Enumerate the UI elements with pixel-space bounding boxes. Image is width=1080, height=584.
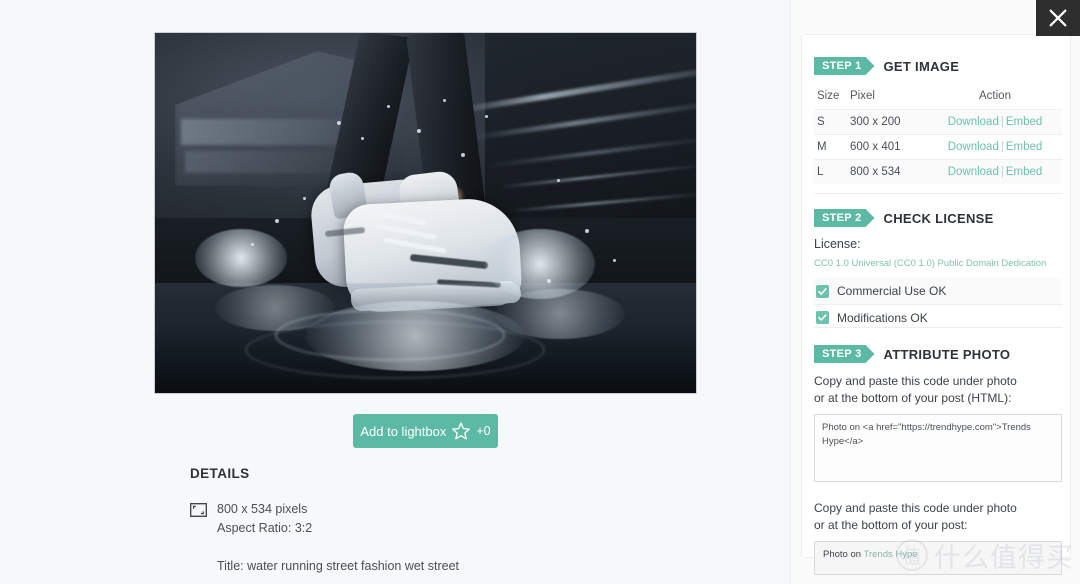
photo-droplet [547, 279, 551, 283]
plain-attribution-box[interactable]: Photo on Trends Hype [814, 541, 1062, 575]
photo-droplet [417, 129, 421, 133]
photo-droplet [337, 121, 341, 125]
checkmark-icon [816, 311, 829, 324]
details-section: DETAILS 800 x 534 pixels Aspect Ratio: 3… [190, 466, 690, 573]
html-attribution-instructions: Copy and paste this code under photo or … [814, 373, 1062, 407]
photo-splash-right [485, 229, 595, 299]
main-content-area: Add to lightbox +0 DETAILS 800 x 534 pix… [0, 0, 790, 584]
html-instructions-line-1: Copy and paste this code under photo [814, 374, 1017, 388]
attribution-prefix: Photo on [823, 549, 864, 560]
photo-detail-page: Add to lightbox +0 DETAILS 800 x 534 pix… [0, 0, 1080, 584]
image-sizes-table: Size Pixel Action S 300 x 200 Download | E… [814, 85, 1062, 184]
row-size: S [814, 109, 850, 135]
close-icon [1049, 9, 1067, 27]
text-attribution-instructions: Copy and paste this code under photo or … [814, 500, 1062, 534]
photo-droplet [361, 137, 364, 140]
row-pixel: 300 x 200 [850, 109, 928, 135]
column-header-action: Action [979, 90, 1011, 102]
step-1-badge: STEP 1 [814, 57, 875, 75]
action-separator: | [1000, 116, 1004, 128]
text-instructions-line-1: Copy and paste this code under photo [814, 501, 1017, 515]
row-actions: Download | Embed [928, 159, 1062, 184]
photo-droplet [387, 105, 390, 108]
download-link-s[interactable]: Download [948, 116, 999, 128]
add-to-lightbox-button[interactable]: Add to lightbox +0 [353, 414, 498, 448]
step-1-header: STEP 1 GET IMAGE [814, 57, 1062, 75]
details-pixels: 800 x 534 pixels [217, 502, 308, 516]
step-2-badge: STEP 2 [814, 209, 875, 227]
section-divider-1 [814, 193, 1062, 194]
step-2-header: STEP 2 CHECK LICENSE [814, 209, 1062, 227]
table-row: L 800 x 534 Download | Embed [814, 159, 1062, 184]
details-dimensions-row: 800 x 534 pixels Aspect Ratio: 3:2 [190, 500, 690, 538]
lightbox-count: +0 [476, 424, 491, 438]
step-2-title: CHECK LICENSE [883, 210, 994, 226]
step-3-title: ATTRIBUTE PHOTO [883, 346, 1011, 362]
close-button[interactable] [1036, 0, 1080, 36]
row-actions: Download | Embed [928, 134, 1062, 160]
photo-droplet [613, 259, 616, 262]
photo-preview[interactable] [155, 33, 696, 393]
sidebar-panel: STEP 1 GET IMAGE Size Pixel Action S 300… [790, 0, 1080, 584]
embed-link-l[interactable]: Embed [1006, 166, 1042, 178]
license-check-label: Modifications OK [837, 310, 928, 325]
attribution-link[interactable]: Trends Hype [864, 549, 918, 560]
table-row: M 600 x 401 Download | Embed [814, 134, 1062, 160]
step-3-badge: STEP 3 [814, 345, 875, 363]
section-divider-2 [814, 327, 1062, 328]
photo-splash-left [195, 229, 287, 287]
details-title: Title: water running street fashion wet … [217, 559, 460, 573]
step-3-section: STEP 3 ATTRIBUTE PHOTO Copy and paste th… [814, 345, 1062, 575]
row-pixel: 600 x 401 [850, 134, 928, 160]
step-3-header: STEP 3 ATTRIBUTE PHOTO [814, 345, 1062, 363]
steps-card: STEP 1 GET IMAGE Size Pixel Action S 300… [801, 34, 1071, 575]
step-1-section: STEP 1 GET IMAGE Size Pixel Action S 300… [814, 57, 1062, 184]
checkmark-icon [816, 284, 829, 298]
license-check-label: Commercial Use OK [837, 284, 947, 298]
photo-droplet [303, 197, 306, 200]
row-pixel: 800 x 534 [850, 159, 928, 184]
html-embed-code-textarea[interactable] [814, 414, 1062, 482]
embed-link-m[interactable]: Embed [1006, 141, 1042, 153]
photo-ripple-2 [245, 321, 545, 379]
star-icon [451, 421, 471, 441]
details-aspect-ratio: Aspect Ratio: 3:2 [217, 521, 313, 535]
row-size: L [814, 159, 850, 184]
lightbox-label: Add to lightbox [360, 423, 447, 439]
download-link-l[interactable]: Download [948, 166, 999, 178]
photo-droplet [443, 99, 446, 102]
photo-droplet [485, 115, 488, 118]
column-header-pixel: Pixel [850, 90, 875, 102]
table-header-row: Size Pixel Action [814, 85, 1062, 110]
download-link-m[interactable]: Download [948, 141, 999, 153]
action-separator: | [1000, 141, 1004, 153]
step-2-section: STEP 2 CHECK LICENSE License: CC0 1.0 Un… [814, 209, 1062, 330]
row-size: M [814, 134, 850, 160]
row-actions: Download | Embed [928, 109, 1062, 135]
action-separator: | [1000, 166, 1004, 178]
image-dimensions-icon [190, 503, 207, 517]
photo-droplet [275, 219, 279, 223]
license-label: License: [814, 237, 861, 251]
details-heading: DETAILS [190, 466, 250, 481]
embed-link-s[interactable]: Embed [1006, 116, 1042, 128]
photo-droplet [585, 229, 589, 233]
details-dimension-lines: 800 x 534 pixels Aspect Ratio: 3:2 [217, 500, 312, 538]
step-1-title: GET IMAGE [883, 58, 960, 74]
photo-stair-edge-2 [185, 151, 345, 173]
text-instructions-line-2: or at the bottom of your post: [814, 518, 968, 532]
license-check-commercial[interactable]: Commercial Use OK [814, 278, 1062, 304]
photo-droplet [461, 153, 465, 157]
photo-droplet [251, 243, 254, 246]
table-row: S 300 x 200 Download | Embed [814, 109, 1062, 135]
column-header-size: Size [817, 90, 840, 102]
photo-droplet [557, 179, 560, 182]
html-instructions-line-2: or at the bottom of your post (HTML): [814, 391, 1012, 405]
license-link[interactable]: CC0 1.0 Universal (CC0 1.0) Public Domai… [814, 258, 1062, 269]
